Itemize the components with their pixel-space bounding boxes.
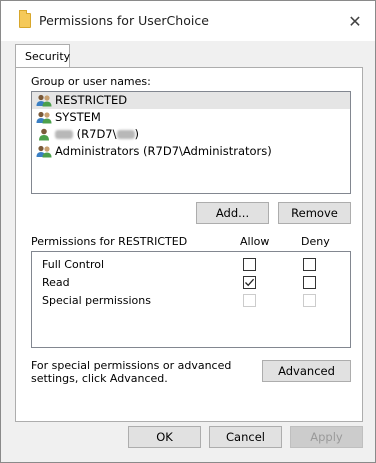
cancel-button[interactable]: Cancel: [209, 426, 282, 448]
list-item-label: RESTRICTED: [55, 93, 128, 107]
allow-column-header: Allow: [240, 235, 270, 248]
group-icon: [36, 145, 52, 158]
deny-read-checkbox[interactable]: [303, 276, 316, 289]
window-title: Permissions for UserChoice: [39, 13, 209, 28]
security-panel: Group or user names: RESTRICTED SYSTEM (…: [15, 67, 363, 422]
redacted-text: [116, 130, 135, 139]
folder-icon: [19, 10, 31, 28]
close-icon: ✕: [348, 11, 362, 31]
list-item-label-suffix: ): [134, 127, 140, 141]
group-icon: [36, 111, 52, 124]
permission-read: Read: [42, 276, 70, 289]
list-item-label: Administrators (R7D7\Administrators): [55, 144, 272, 158]
permission-special: Special permissions: [42, 294, 151, 307]
redacted-text: [55, 130, 73, 139]
group-user-list[interactable]: RESTRICTED SYSTEM (R7D7\) Administrator…: [31, 91, 351, 194]
list-item-system[interactable]: SYSTEM: [32, 109, 350, 126]
permission-full-control: Full Control: [42, 258, 105, 271]
remove-button[interactable]: Remove: [278, 202, 351, 224]
group-names-label: Group or user names:: [31, 75, 151, 88]
list-item-restricted[interactable]: RESTRICTED: [32, 92, 350, 109]
close-button[interactable]: ✕: [343, 10, 367, 32]
advanced-button[interactable]: Advanced: [262, 360, 351, 382]
permissions-header: Permissions for RESTRICTED: [31, 235, 188, 248]
apply-button[interactable]: Apply: [290, 426, 363, 448]
list-item-administrators[interactable]: Administrators (R7D7\Administrators): [32, 143, 350, 160]
list-item-user[interactable]: (R7D7\): [32, 126, 350, 143]
advanced-note: For special permissions or advanced sett…: [31, 359, 232, 385]
permissions-list: Full Control Read Special permissions: [31, 251, 351, 348]
ok-button[interactable]: OK: [128, 426, 201, 448]
deny-column-header: Deny: [301, 235, 330, 248]
allow-read-checkbox[interactable]: [243, 276, 256, 289]
permissions-dialog: Permissions for UserChoice ✕ Security Gr…: [0, 0, 376, 463]
list-item-label: SYSTEM: [55, 110, 101, 124]
tab-security[interactable]: Security: [15, 44, 70, 68]
add-button[interactable]: Add...: [196, 202, 269, 224]
deny-full-control-checkbox[interactable]: [303, 258, 316, 271]
group-icon: [36, 94, 52, 107]
title-bar: Permissions for UserChoice ✕: [1, 1, 375, 41]
user-icon: [36, 128, 52, 141]
list-item-label: (R7D7\: [73, 127, 117, 141]
deny-special-checkbox: [303, 294, 316, 307]
allow-special-checkbox: [243, 294, 256, 307]
allow-full-control-checkbox[interactable]: [243, 258, 256, 271]
checkmark-icon: [245, 278, 255, 287]
